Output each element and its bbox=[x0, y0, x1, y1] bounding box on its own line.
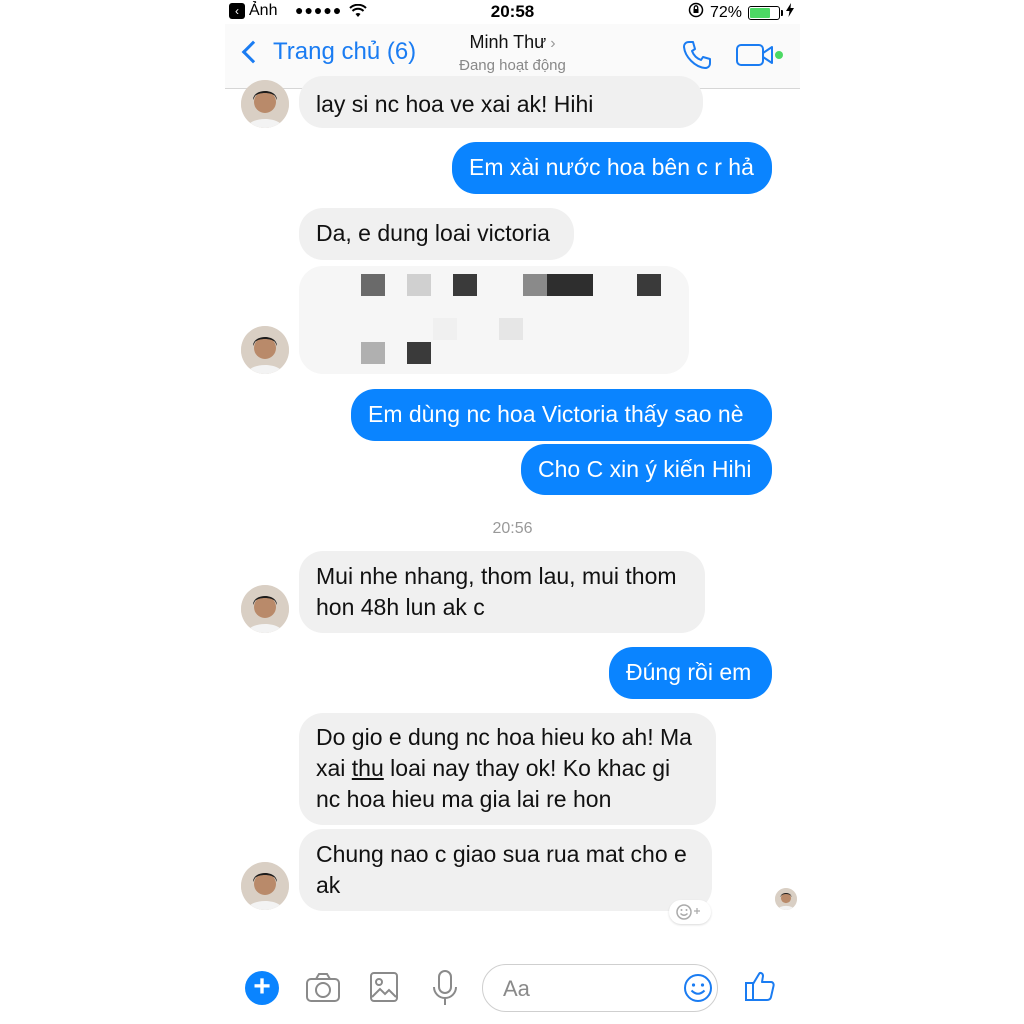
rotation-lock-icon bbox=[688, 2, 704, 23]
battery-icon bbox=[748, 5, 783, 20]
message-text: Em xài nước hoa bên c r hả bbox=[469, 154, 754, 180]
composer-bar: + Aa bbox=[225, 955, 800, 1024]
plus-icon[interactable]: + bbox=[245, 971, 279, 1005]
contact-info[interactable]: Minh Thư › Đang hoạt động bbox=[225, 32, 800, 74]
chat-screen: ‹ Ảnh ●●●●● 20:58 72% Trang chủ (6) Minh… bbox=[225, 0, 800, 1024]
avatar[interactable] bbox=[241, 585, 289, 633]
thumbs-up-icon[interactable] bbox=[743, 969, 777, 1008]
avatar[interactable] bbox=[241, 326, 289, 374]
message-bubble[interactable]: Em xài nước hoa bên c r hả bbox=[452, 142, 772, 194]
status-bar: ‹ Ảnh ●●●●● 20:58 72% bbox=[225, 0, 800, 24]
message-bubble[interactable]: lay si nc hoa ve xai ak! Hihi bbox=[299, 76, 703, 128]
message-bubble[interactable]: Chung nao c giao sua rua mat cho e ak bbox=[299, 829, 712, 911]
message-text: Đúng rồi em bbox=[626, 659, 752, 685]
redacted-message bbox=[299, 266, 689, 374]
message-bubble[interactable]: Da, e dung loai victoria bbox=[299, 208, 574, 260]
avatar[interactable] bbox=[241, 862, 289, 910]
message-bubble[interactable]: Em dùng nc hoa Victoria thấy sao nè bbox=[351, 389, 772, 441]
message-text: Em dùng nc hoa Victoria thấy sao nè bbox=[368, 401, 744, 427]
avatar[interactable] bbox=[241, 80, 289, 128]
contact-status: Đang hoạt động bbox=[459, 57, 566, 74]
message-text: Mui nhe nhang, thom lau, mui thom hon 48… bbox=[316, 563, 677, 620]
reaction-icon[interactable] bbox=[669, 900, 711, 924]
charging-icon bbox=[786, 3, 794, 22]
message-bubble[interactable]: Mui nhe nhang, thom lau, mui thom hon 48… bbox=[299, 551, 705, 633]
message-bubble[interactable]: Do gio e dung nc hoa hieu ko ah! Ma xai … bbox=[299, 713, 716, 825]
message-text: lay si nc hoa ve xai ak! Hihi bbox=[316, 91, 594, 117]
message-input-placeholder: Aa bbox=[503, 976, 530, 1001]
chevron-right-icon: › bbox=[550, 35, 556, 52]
video-icon[interactable] bbox=[735, 42, 785, 73]
emoji-icon[interactable] bbox=[683, 973, 713, 1008]
contact-name: Minh Thư bbox=[469, 32, 547, 52]
message-bubble[interactable]: Đúng rồi em bbox=[609, 647, 772, 699]
microphone-icon[interactable] bbox=[431, 969, 459, 1012]
message-input[interactable]: Aa bbox=[482, 964, 718, 1012]
message-bubble[interactable]: Cho C xin ý kiến Hihi bbox=[521, 444, 772, 495]
phone-icon[interactable] bbox=[681, 39, 713, 76]
battery-percent: 72% bbox=[709, 3, 742, 21]
underlined-word: thu bbox=[351, 755, 384, 781]
message-text: Cho C xin ý kiến Hihi bbox=[538, 456, 752, 482]
message-text: Da, e dung loai victoria bbox=[316, 220, 550, 246]
battery-fill bbox=[750, 7, 770, 18]
seen-avatar bbox=[775, 888, 797, 910]
image-icon[interactable] bbox=[369, 971, 399, 1008]
message-text: Chung nao c giao sua rua mat cho e ak bbox=[316, 841, 687, 898]
timestamp: 20:56 bbox=[492, 520, 533, 537]
camera-icon[interactable] bbox=[305, 971, 341, 1010]
